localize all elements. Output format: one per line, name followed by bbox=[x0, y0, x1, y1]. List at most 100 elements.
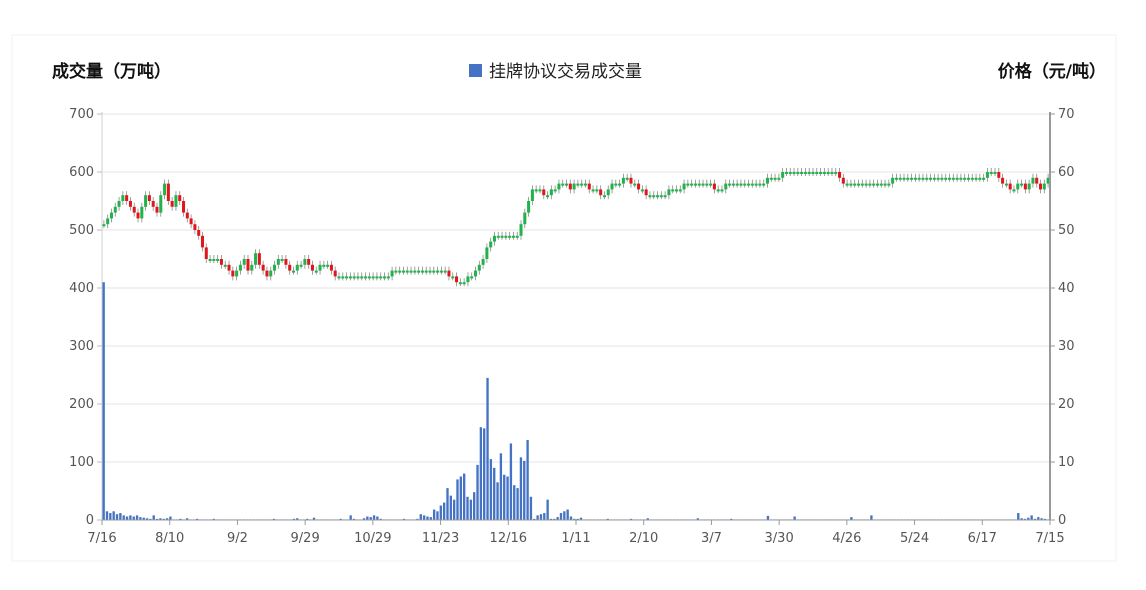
price-candle bbox=[1035, 177, 1039, 184]
price-candle bbox=[295, 264, 299, 271]
price-candle bbox=[963, 177, 967, 180]
price-candle bbox=[341, 276, 345, 279]
price-candle bbox=[765, 177, 770, 184]
x-tick-label: 9/2 bbox=[227, 531, 248, 546]
price-candle bbox=[265, 270, 269, 277]
price-candle bbox=[769, 177, 773, 180]
price-candle bbox=[477, 264, 481, 271]
price-candle bbox=[724, 183, 728, 190]
volume-bar bbox=[463, 473, 466, 520]
price-candle bbox=[337, 276, 341, 279]
price-candle bbox=[140, 206, 144, 219]
price-candle bbox=[853, 183, 857, 186]
volume-bar bbox=[543, 513, 546, 520]
volume-bar bbox=[349, 515, 352, 520]
price-candle bbox=[781, 172, 785, 178]
legend-swatch[interactable] bbox=[469, 64, 482, 77]
volume-bar bbox=[469, 499, 473, 520]
y-left-tick: 300 bbox=[69, 339, 94, 354]
price-candle bbox=[887, 183, 891, 186]
volume-bar bbox=[456, 479, 459, 520]
price-candle bbox=[819, 172, 823, 174]
price-candle bbox=[587, 183, 591, 190]
price-candle bbox=[523, 212, 527, 225]
price-candle bbox=[159, 195, 163, 213]
price-candle bbox=[826, 172, 830, 174]
chart-root: 成交量（万吨） 价格（元/吨） 挂牌协议交易成交量 01002003004005… bbox=[11, 34, 1117, 562]
x-tick-label: 7/15 bbox=[1035, 531, 1064, 546]
price-candle bbox=[618, 183, 622, 186]
price-candle bbox=[326, 264, 330, 267]
price-candle bbox=[238, 264, 242, 271]
price-candle bbox=[583, 183, 587, 186]
price-candle bbox=[595, 189, 599, 192]
price-candle bbox=[409, 270, 413, 273]
price-candle bbox=[610, 183, 614, 190]
price-candle bbox=[925, 177, 929, 180]
price-candle bbox=[364, 276, 368, 279]
price-candle bbox=[508, 235, 512, 238]
price-candle bbox=[553, 189, 557, 192]
price-candle bbox=[731, 183, 735, 186]
price-candle bbox=[784, 172, 788, 174]
price-candle bbox=[329, 264, 333, 271]
price-candle bbox=[667, 189, 671, 196]
y-left-tick: 700 bbox=[69, 107, 94, 122]
price-candle bbox=[1001, 177, 1005, 184]
volume-bar bbox=[452, 499, 456, 520]
price-candle bbox=[219, 259, 223, 265]
volume-bar bbox=[449, 495, 452, 520]
y-right-tick: 10 bbox=[1058, 455, 1075, 470]
price-candle bbox=[966, 177, 970, 180]
volume-bar bbox=[105, 511, 109, 520]
price-candle bbox=[371, 276, 375, 279]
x-tick-label: 4/26 bbox=[832, 531, 861, 546]
price-candle bbox=[985, 172, 989, 178]
price-candle bbox=[674, 189, 679, 192]
price-candle bbox=[155, 206, 159, 213]
price-candle bbox=[254, 253, 258, 265]
price-candle bbox=[280, 259, 284, 261]
price-candle bbox=[470, 276, 474, 279]
price-candle bbox=[747, 183, 751, 186]
price-candle bbox=[136, 212, 140, 219]
price-candle bbox=[436, 270, 440, 273]
price-candle bbox=[185, 212, 189, 219]
price-candle bbox=[557, 183, 561, 190]
volume-bar bbox=[1030, 515, 1033, 520]
price-candle bbox=[678, 189, 682, 192]
price-candle bbox=[530, 189, 534, 201]
price-candle bbox=[178, 195, 182, 201]
volume-bar bbox=[442, 502, 446, 520]
volume-bar bbox=[489, 459, 493, 520]
price-candle bbox=[356, 276, 360, 279]
x-tick-label: 1/11 bbox=[561, 531, 590, 546]
price-candle bbox=[1023, 183, 1027, 190]
price-candle bbox=[235, 270, 239, 277]
price-candle bbox=[481, 259, 485, 265]
price-candle bbox=[515, 235, 519, 238]
price-candle bbox=[894, 177, 898, 180]
price-candle bbox=[1039, 183, 1043, 190]
volume-bar bbox=[459, 476, 463, 520]
price-candle bbox=[879, 183, 883, 186]
price-candle bbox=[375, 276, 379, 279]
volume-bar bbox=[503, 474, 506, 520]
price-candle bbox=[420, 270, 424, 273]
price-candle bbox=[106, 218, 110, 225]
price-candle bbox=[310, 264, 314, 271]
volume-bar bbox=[523, 460, 526, 520]
price-candle bbox=[572, 183, 576, 190]
price-candle bbox=[712, 183, 716, 190]
price-candle bbox=[257, 253, 261, 265]
y-right-tick: 0 bbox=[1058, 513, 1066, 528]
volume-bar bbox=[135, 515, 139, 520]
legend-label[interactable]: 挂牌协议交易成交量 bbox=[489, 62, 642, 82]
volume-bar bbox=[559, 513, 563, 520]
price-candle bbox=[728, 183, 732, 186]
price-candle bbox=[367, 276, 371, 279]
price-candle bbox=[860, 183, 864, 186]
price-candle bbox=[398, 270, 402, 273]
price-candle bbox=[910, 177, 914, 180]
price-candle bbox=[1027, 183, 1031, 190]
